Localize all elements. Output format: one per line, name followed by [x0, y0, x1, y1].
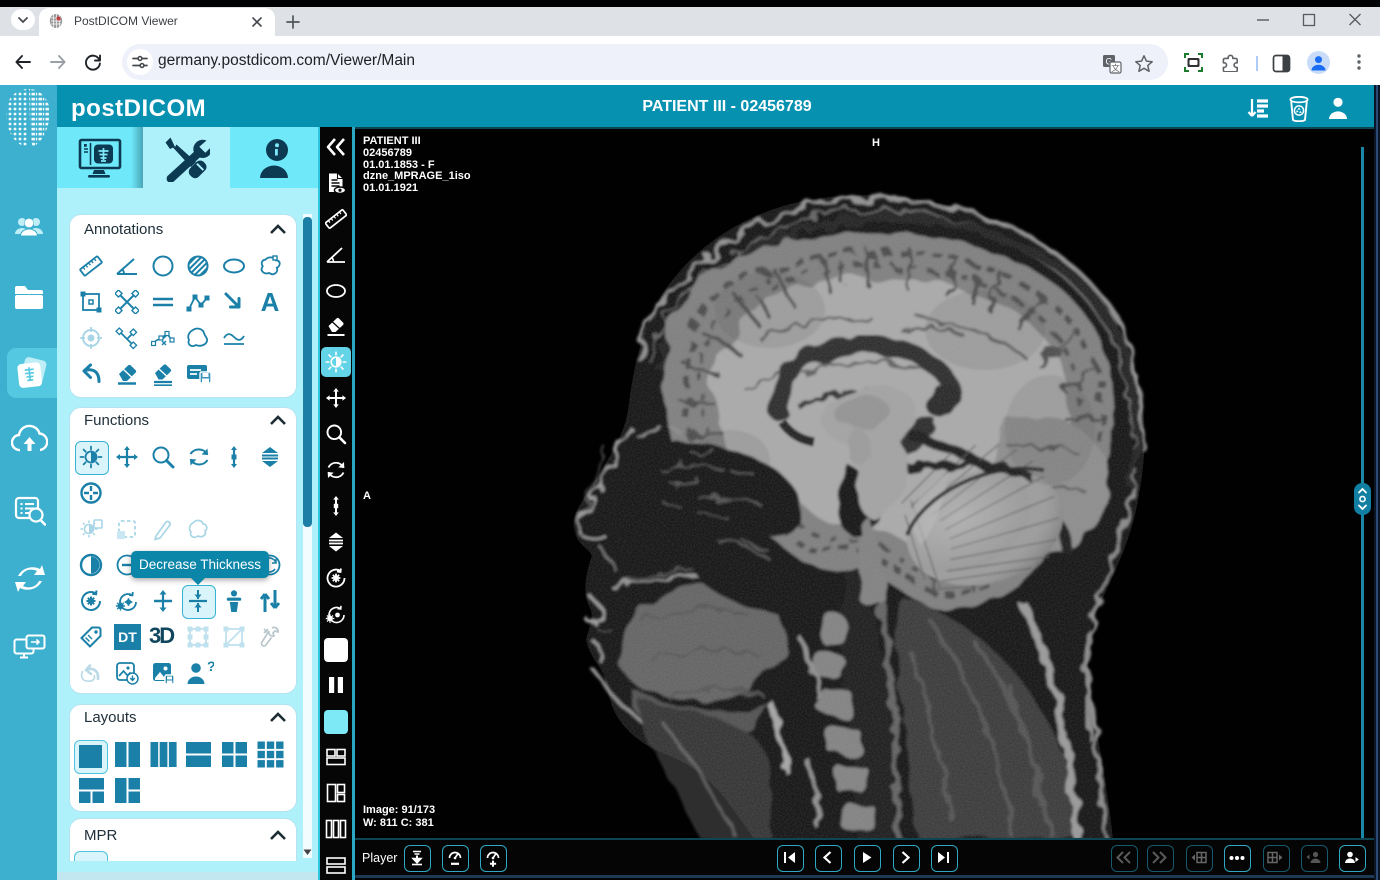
- svg-text:?: ?: [207, 661, 214, 674]
- svg-text:文: 文: [1111, 63, 1120, 73]
